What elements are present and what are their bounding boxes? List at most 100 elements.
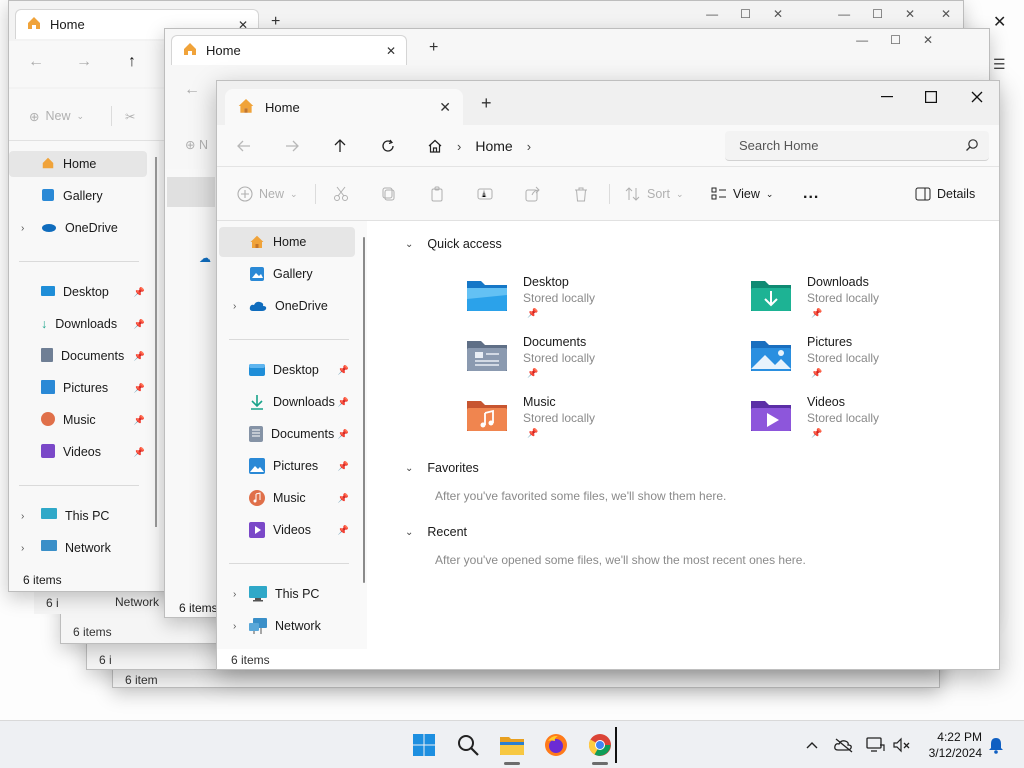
- clock[interactable]: 4:22 PM 3/12/2024: [922, 729, 982, 761]
- volume-tray-button[interactable]: [892, 735, 912, 755]
- sidebar-item-network[interactable]: › Network: [9, 535, 149, 561]
- sidebar-item-gallery[interactable]: Gallery: [219, 259, 355, 289]
- minimize-icon[interactable]: —: [838, 7, 850, 21]
- sidebar-item-downloads[interactable]: ↓ Downloads 📌: [9, 311, 149, 337]
- up-button[interactable]: [329, 135, 351, 157]
- sidebar-item-pictures[interactable]: Pictures 📌: [9, 375, 149, 401]
- minimize-button[interactable]: [867, 85, 907, 109]
- notifications-button[interactable]: [986, 735, 1006, 755]
- firefox-button[interactable]: [542, 731, 570, 759]
- close-icon[interactable]: ✕: [941, 7, 951, 21]
- chrome-button[interactable]: [586, 731, 614, 759]
- recent-header[interactable]: ⌄ Recent: [405, 525, 467, 539]
- chevron-right-icon[interactable]: ›: [233, 621, 236, 632]
- show-hidden-icons-button[interactable]: [802, 735, 822, 755]
- paste-button[interactable]: [429, 183, 445, 205]
- new-button[interactable]: ⊕ N: [185, 133, 208, 155]
- file-explorer-button[interactable]: [498, 731, 526, 759]
- pin-icon[interactable]: 📌: [338, 397, 349, 408]
- new-tab-icon[interactable]: +: [429, 39, 438, 57]
- maximize-icon[interactable]: ☐: [740, 7, 751, 21]
- breadcrumb[interactable]: › Home ›: [421, 131, 717, 161]
- more-options-button[interactable]: ...: [803, 183, 819, 205]
- desktop-close-icon[interactable]: ✕: [993, 12, 1006, 32]
- back-icon[interactable]: ←: [181, 79, 203, 101]
- up-icon[interactable]: ↑: [121, 51, 143, 73]
- tab-home[interactable]: Home ✕: [225, 89, 463, 125]
- chevron-down-icon[interactable]: ⌄: [405, 239, 413, 250]
- sidebar-item-home[interactable]: [167, 177, 215, 207]
- minimize-icon[interactable]: —: [706, 7, 718, 21]
- quick-access-item-music[interactable]: Music Stored locally 📌: [465, 395, 695, 449]
- scrollbar[interactable]: [363, 237, 365, 583]
- copy-button[interactable]: [381, 183, 397, 205]
- pin-icon[interactable]: 📌: [338, 461, 349, 472]
- back-icon[interactable]: ←: [25, 51, 47, 73]
- sidebar-item-music[interactable]: Music 📌: [219, 483, 355, 513]
- chevron-right-icon[interactable]: ›: [21, 543, 24, 554]
- rename-button[interactable]: [477, 183, 493, 205]
- maximize-icon[interactable]: ☐: [872, 7, 883, 21]
- sidebar-item-onedrive[interactable]: › OneDrive: [219, 291, 355, 321]
- close-tab-icon[interactable]: ✕: [386, 44, 396, 58]
- sidebar-item-desktop[interactable]: Desktop 📌: [9, 279, 149, 305]
- chevron-right-icon[interactable]: ›: [21, 223, 24, 234]
- sidebar-item-onedrive[interactable]: › OneDrive: [9, 215, 149, 241]
- file-explorer-window[interactable]: Home ✕ + › Home › Search Home New ⌄ Sort…: [216, 80, 1000, 670]
- search-button[interactable]: [454, 731, 482, 759]
- close-button[interactable]: [957, 85, 997, 109]
- search-box[interactable]: Search Home: [725, 131, 989, 161]
- pin-icon[interactable]: 📌: [338, 493, 349, 504]
- chevron-right-icon[interactable]: ›: [457, 139, 461, 154]
- chevron-right-icon[interactable]: ›: [233, 301, 236, 312]
- search-input[interactable]: Search Home: [739, 138, 818, 153]
- pin-icon[interactable]: 📌: [134, 447, 145, 458]
- sidebar-item-documents[interactable]: Documents 📌: [219, 419, 355, 449]
- close-icon[interactable]: ✕: [773, 7, 783, 21]
- desktop-menu-icon[interactable]: ☰: [993, 56, 1006, 73]
- close-icon[interactable]: ✕: [923, 33, 933, 47]
- sidebar-item-downloads[interactable]: Downloads 📌: [219, 387, 355, 417]
- sort-button[interactable]: Sort ⌄: [625, 183, 683, 205]
- sidebar-item-documents[interactable]: Documents 📌: [9, 343, 149, 369]
- pin-icon[interactable]: 📌: [134, 319, 145, 330]
- close-icon[interactable]: ✕: [905, 7, 915, 21]
- new-button[interactable]: New ⌄: [237, 183, 298, 205]
- sidebar-item-pictures[interactable]: Pictures 📌: [219, 451, 355, 481]
- quick-access-item-pictures[interactable]: Pictures Stored locally 📌: [749, 335, 979, 389]
- start-button[interactable]: [410, 731, 438, 759]
- share-button[interactable]: [525, 183, 541, 205]
- chevron-right-icon[interactable]: ›: [233, 589, 236, 600]
- maximize-icon[interactable]: ☐: [890, 33, 901, 47]
- quick-access-item-desktop[interactable]: Desktop Stored locally 📌: [465, 275, 695, 329]
- sidebar-item-gallery[interactable]: Gallery: [9, 183, 149, 209]
- network-tray-button[interactable]: [866, 735, 886, 755]
- chevron-right-icon[interactable]: ›: [527, 139, 531, 154]
- chevron-down-icon[interactable]: ⌄: [405, 527, 413, 538]
- new-tab-icon[interactable]: +: [481, 93, 492, 114]
- refresh-button[interactable]: [377, 135, 399, 157]
- chevron-right-icon[interactable]: ›: [21, 511, 24, 522]
- home-icon[interactable]: [427, 138, 443, 154]
- sidebar-item-network[interactable]: › Network: [219, 611, 355, 641]
- cut-icon[interactable]: ✂: [125, 105, 135, 127]
- back-button[interactable]: [233, 135, 255, 157]
- sidebar-item-this-pc[interactable]: › This PC: [9, 503, 149, 529]
- sidebar-item-videos[interactable]: Videos 📌: [219, 515, 355, 545]
- pin-icon[interactable]: 📌: [338, 525, 349, 536]
- pin-icon[interactable]: 📌: [134, 287, 145, 298]
- new-button[interactable]: ⊕ New ⌄: [29, 105, 84, 127]
- cut-button[interactable]: [333, 183, 349, 205]
- pin-icon[interactable]: 📌: [134, 415, 145, 426]
- view-button[interactable]: View ⌄: [711, 183, 773, 205]
- pin-icon[interactable]: 📌: [134, 383, 145, 394]
- sidebar-item-music[interactable]: Music 📌: [9, 407, 149, 433]
- onedrive-tray-button[interactable]: [834, 735, 854, 755]
- close-tab-icon[interactable]: ✕: [439, 99, 451, 116]
- sidebar-item-desktop[interactable]: Desktop 📌: [219, 355, 355, 385]
- details-button[interactable]: Details: [915, 183, 975, 205]
- sidebar-item-videos[interactable]: Videos 📌: [9, 439, 149, 465]
- pin-icon[interactable]: 📌: [134, 351, 145, 362]
- chevron-down-icon[interactable]: ⌄: [405, 463, 413, 474]
- forward-icon[interactable]: →: [73, 51, 95, 73]
